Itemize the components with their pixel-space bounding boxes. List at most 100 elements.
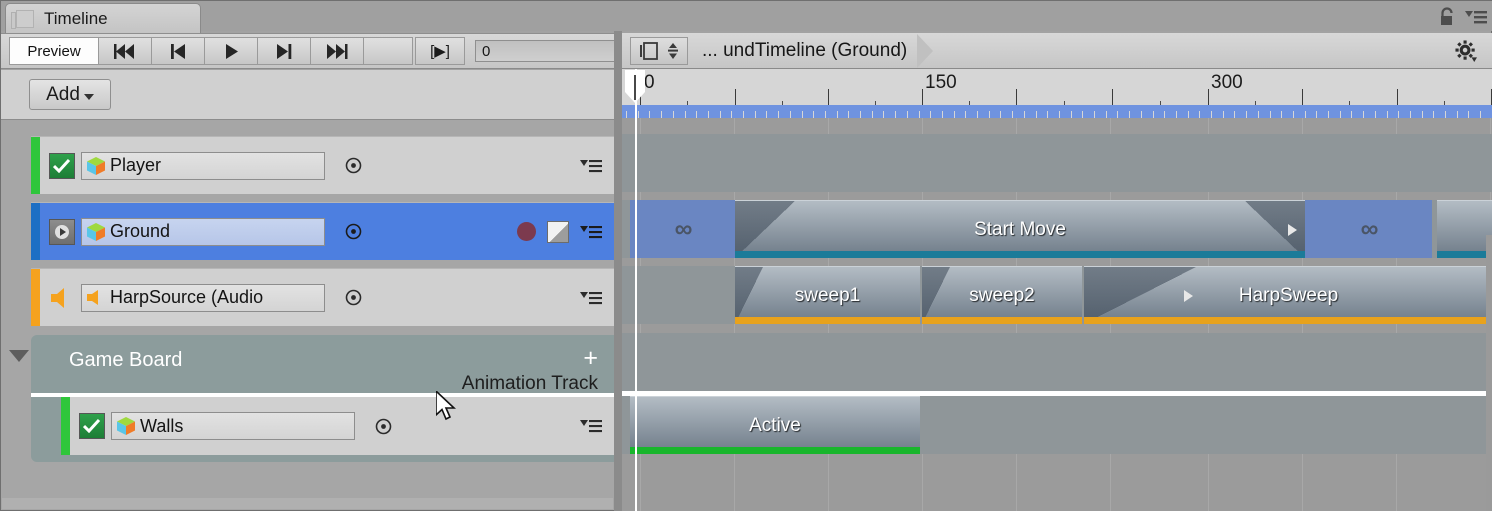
infinite-clip-band[interactable]: ∞ [630,200,735,258]
gear-icon [1455,40,1477,62]
checkbox-checked-icon [53,158,71,173]
clip-active[interactable]: Active [630,396,920,454]
previous-frame-icon [171,43,185,59]
breadcrumb[interactable]: ... undTimeline (Ground) [702,33,934,68]
track-mute-toggle[interactable] [49,152,75,179]
track-name-field[interactable]: HarpSource (Audio [81,283,325,312]
track-name-label: HarpSource (Audio [110,287,264,307]
track-header-harpsource[interactable]: HarpSource (Audio [31,268,614,326]
track-menu-icon[interactable] [580,224,602,240]
ruler-band-notch [871,111,873,118]
ruler-band-notch [1140,111,1142,118]
animation-curves-icon[interactable] [547,220,569,243]
track-name-field[interactable]: Player [81,151,325,180]
hamburger-menu-icon[interactable] [1465,8,1487,26]
previous-frame-button[interactable] [151,37,205,65]
playhead-handle[interactable] [625,70,645,103]
clip-start-move[interactable]: Start Move [735,200,1305,258]
clip-label: sweep1 [794,284,861,306]
ruler-band-notch [1187,111,1189,118]
play-circle-icon [55,224,69,239]
ruler-band-notch [1105,111,1107,118]
track-play-toggle[interactable] [49,218,75,245]
target-icon[interactable] [345,157,362,174]
track-menu-icon[interactable] [580,158,602,174]
frame-field[interactable]: 0 [475,40,615,62]
clip-blend-in [922,267,950,324]
next-frame-icon [277,43,292,59]
target-icon[interactable] [375,418,392,435]
speaker-icon [51,287,64,308]
play-range-button[interactable]: [▶] [415,37,465,65]
ruler-band-notch [707,111,709,118]
target-icon[interactable] [345,223,362,240]
ruler-time-band [622,105,1492,118]
ruler-band-notch [1047,111,1049,118]
ruler-band-notch [731,111,733,118]
preview-button[interactable]: Preview [9,37,99,65]
timeline-settings-button[interactable] [1445,38,1487,64]
track-name-field[interactable]: Walls [111,412,355,440]
clip-row-ground[interactable]: ∞ Start Move ∞ [622,200,1492,258]
ruler-band-notch [649,111,651,118]
ruler-band-notch [1058,111,1060,118]
group-game-board[interactable]: Game Board + Animation Track Walls [31,335,614,462]
add-track-plus-icon[interactable]: + [583,346,598,371]
updown-arrows-icon [668,42,678,59]
clip-row-player[interactable] [622,134,1492,192]
track-header-actions [517,220,602,243]
tab-bar: Timeline [1,1,1492,33]
add-button[interactable]: Add [29,79,111,110]
ruler-band-notch [836,111,838,118]
vertical-scrollbar[interactable] [1486,235,1492,511]
track-mute-toggle[interactable] [79,413,105,439]
clip-sweep2[interactable]: sweep2 [922,266,1082,324]
ruler-band-notch [696,111,698,118]
track-header-player[interactable]: Player [31,136,614,194]
clip-sweep1[interactable]: sweep1 [735,266,920,324]
timeline-header-toolbar: ... undTimeline (Ground) [622,33,1492,69]
infinite-clip-band[interactable]: ∞ [1305,200,1432,258]
group-title: Game Board [69,349,183,371]
clip-area[interactable]: ∞ Start Move ∞ sweep1 sweep2 HarpSweep A… [622,118,1492,511]
go-to-end-button[interactable] [310,37,364,65]
add-button-label: Add [46,83,80,105]
track-header-walls[interactable]: Walls [61,397,614,455]
horizontal-scrollbar[interactable] [2,498,613,509]
tab-timeline[interactable]: Timeline [5,3,201,33]
ruler-band-notch [1304,111,1306,118]
track-menu-icon[interactable] [580,418,602,434]
ruler-band-notch [977,111,978,118]
track-color-stripe [31,137,40,194]
clip-next-partial[interactable] [1437,200,1492,258]
track-menu-icon[interactable] [580,290,602,306]
clip-harpsweep[interactable]: HarpSweep [1084,266,1492,324]
track-color-stripe [31,269,40,326]
track-mute-toggle[interactable] [49,285,75,311]
ruler-band-notch [1445,111,1446,118]
track-header-actions [580,290,602,306]
clip-loop-arrow-icon [1288,223,1297,236]
go-to-start-icon [114,43,134,59]
target-icon[interactable] [345,289,362,306]
group-foldout-icon[interactable] [9,350,29,362]
clip-row-walls[interactable]: Active [622,396,1492,454]
play-button[interactable] [204,37,258,65]
panel-divider[interactable] [614,31,622,511]
ruler-band-notch [672,111,674,118]
ruler-band-notch [1023,111,1025,118]
clip-row-harpsource[interactable]: sweep1 sweep2 HarpSweep [622,266,1492,324]
record-dot-icon[interactable] [517,222,536,241]
lock-icon[interactable] [1438,7,1456,27]
clip-accent-bar [1437,251,1492,258]
next-frame-button[interactable] [257,37,311,65]
track-height-button[interactable] [630,36,688,65]
ruler-band-notch [1456,111,1458,118]
time-ruler[interactable]: 0 150 300 [622,69,1492,118]
ruler-band-notch [743,111,744,118]
ruler-band-notch [1468,111,1470,118]
track-height-icon [640,41,658,60]
track-header-ground[interactable]: Ground [31,202,614,260]
track-name-field[interactable]: Ground [81,217,325,246]
go-to-start-button[interactable] [98,37,152,65]
